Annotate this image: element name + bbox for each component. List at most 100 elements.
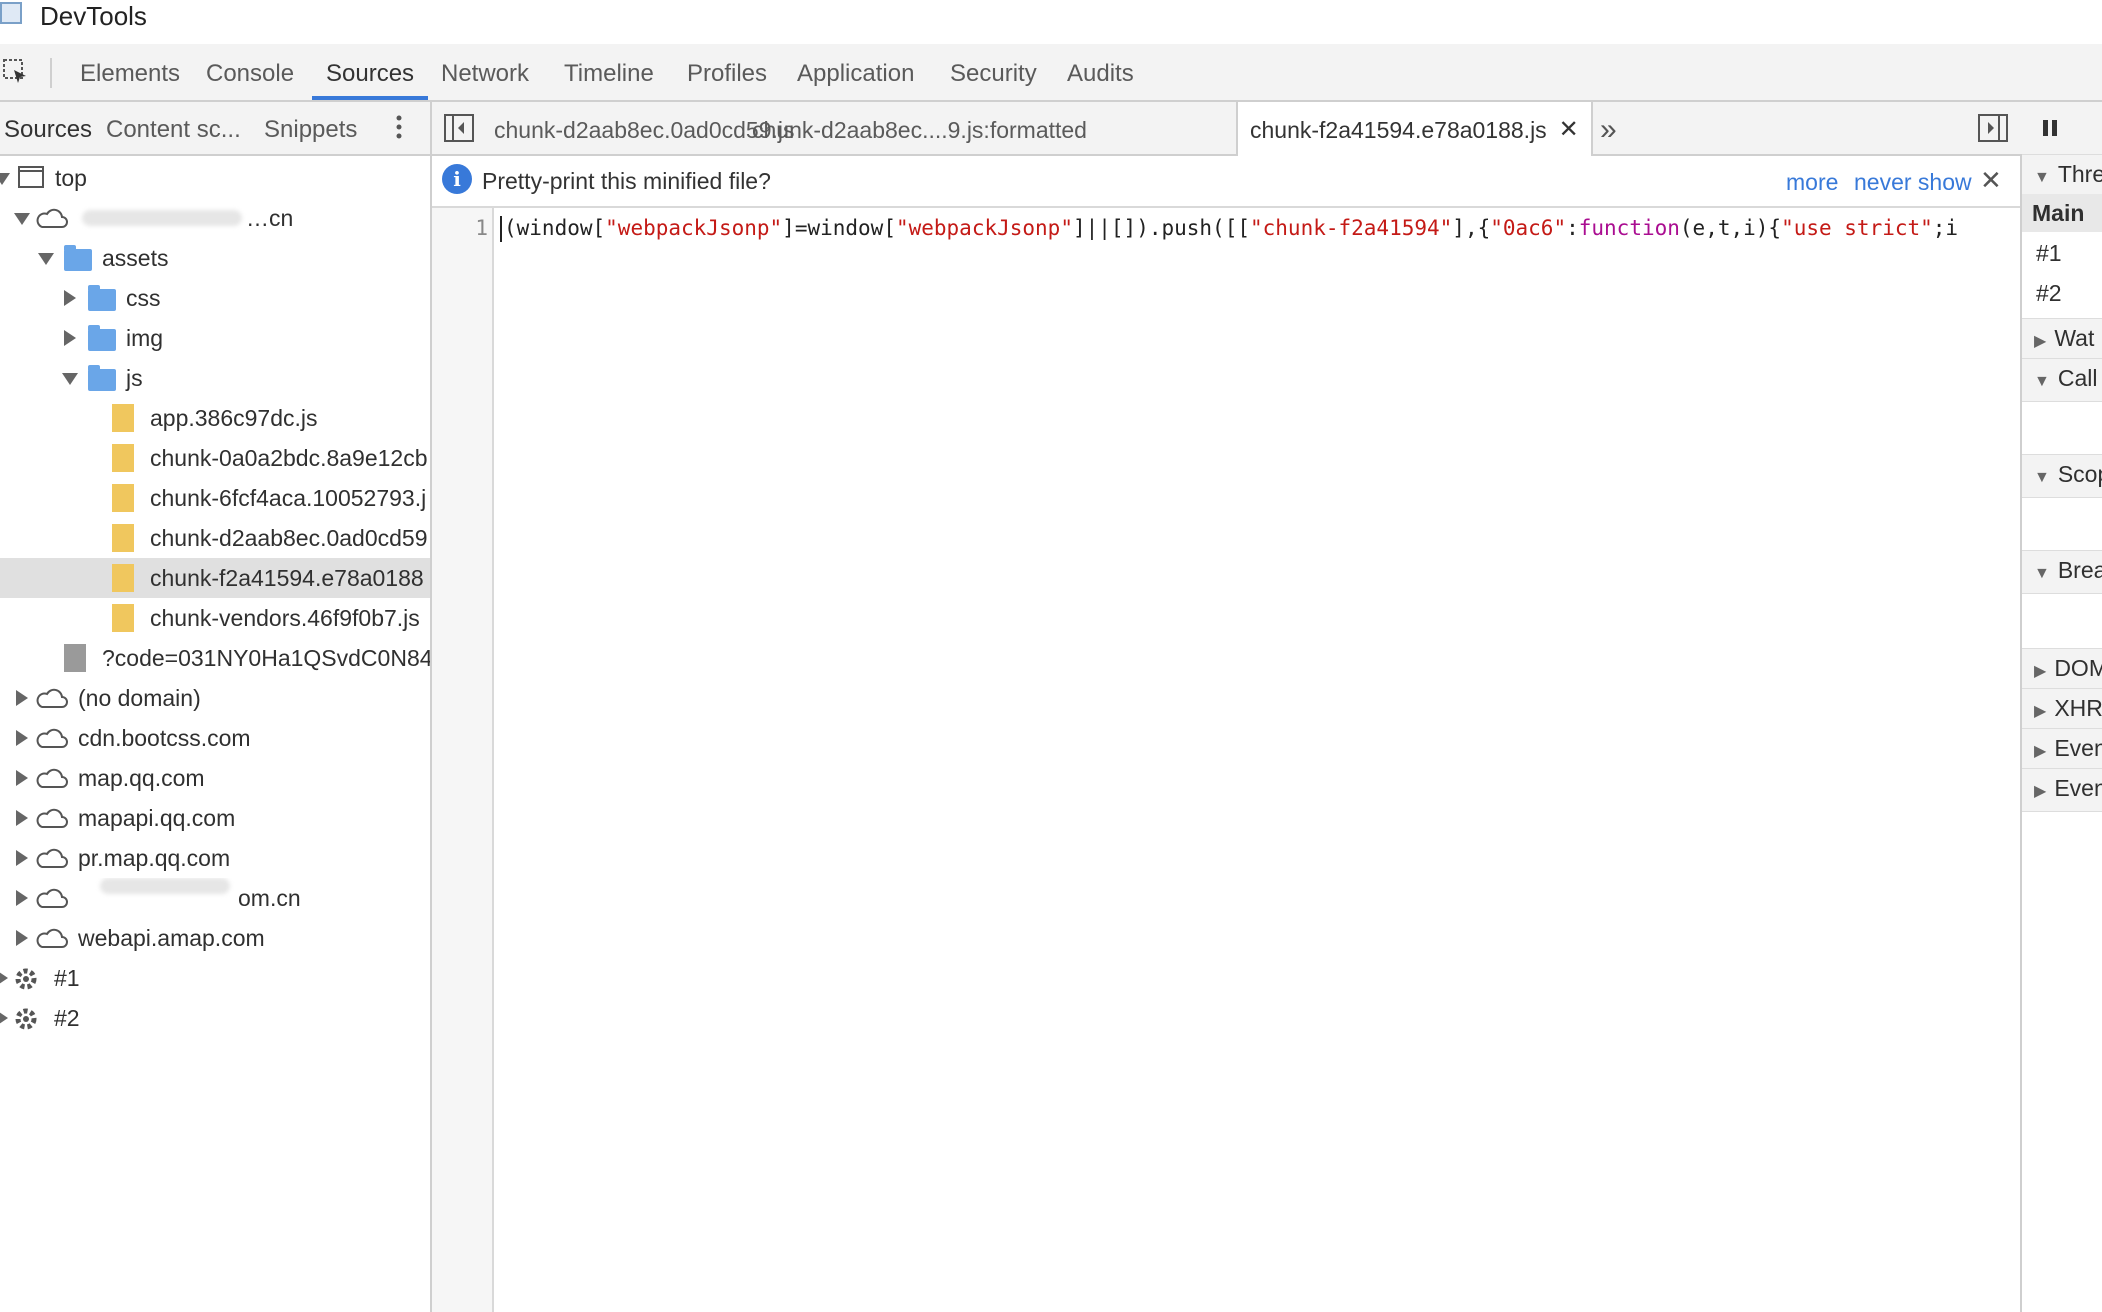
expand-arrow-icon[interactable] [38,253,54,265]
collapse-arrow-icon[interactable] [16,690,28,706]
editor-tab-active[interactable]: chunk-f2a41594.e78a0188.js ✕ [1236,102,1593,156]
tree-item-document[interactable]: ?code=031NY0Ha1QSvdC0N84 [0,638,430,678]
section-event-listener-breakpoints[interactable]: ▶ Even [2022,728,2102,772]
js-file-icon [112,524,134,552]
more-tabs-icon[interactable]: » [1600,102,1617,154]
code-token: ]||[]).push([[ [1072,216,1250,240]
collapse-arrow-icon[interactable] [16,810,28,826]
cloud-icon [36,208,68,228]
navtab-content-scripts[interactable]: Content sc... [106,102,241,154]
close-tab-icon[interactable]: ✕ [1559,102,1579,158]
tree-label: om.cn [238,885,301,911]
section-event-listeners[interactable]: ▶ Even [2022,768,2102,812]
section-xhr-breakpoints[interactable]: ▶ XHR [2022,688,2102,732]
tree-item-file[interactable]: chunk-0a0a2bdc.8a9e12cb [0,438,430,478]
more-link[interactable]: more [1786,156,1838,208]
tree-label: top [55,165,87,191]
tree-label: #1 [54,965,80,991]
section-threads[interactable]: ▼ Thre [2022,154,2102,198]
section-breakpoints[interactable]: ▼ Brea [2022,550,2102,594]
never-show-link[interactable]: never show [1854,156,1972,208]
tree-item-domain[interactable]: (no domain) [0,678,430,718]
tree-item-top[interactable]: top [0,158,430,198]
tree-item-domain[interactable]: mapapi.qq.com [0,798,430,838]
tab-sources[interactable]: Sources [312,44,429,100]
tree-item-domain[interactable]: …cn [0,198,430,238]
collapse-arrow-icon: ▶ [2034,783,2047,800]
tree-item-assets[interactable]: assets [0,238,430,278]
tree-item-file[interactable]: chunk-vendors.46f9f0b7.js [0,598,430,638]
tree-item-worker[interactable]: #2 [0,998,430,1038]
expand-arrow-icon[interactable] [62,373,78,385]
js-file-icon [112,564,134,592]
section-dom-breakpoints[interactable]: ▶ DOM [2022,648,2102,692]
editor-tab[interactable]: chunk-d2aab8ec....9.js:formatted [752,102,1087,154]
tree-item-domain[interactable]: om.cn [0,878,430,918]
editor-tabbar: chunk-d2aab8ec.0ad0cd59.js chunk-d2aab8e… [432,102,2020,156]
tree-item-file[interactable]: app.386c97dc.js [0,398,430,438]
collapse-arrow-icon[interactable] [16,850,28,866]
tree-label: chunk-0a0a2bdc.8a9e12cb [150,445,428,471]
tab-timeline[interactable]: Timeline [564,44,654,100]
collapse-arrow-icon[interactable] [16,930,28,946]
section-call-stack[interactable]: ▼ Call [2022,358,2102,402]
section-watch[interactable]: ▶ Wat [2022,318,2102,362]
editor-tab[interactable]: chunk-d2aab8ec.0ad0cd59.js [494,102,795,154]
toggle-navigator-icon[interactable] [444,114,474,142]
text-cursor [500,216,502,242]
navtab-snippets[interactable]: Snippets [264,102,357,154]
tree-item-file-selected[interactable]: chunk-f2a41594.e78a0188 [0,558,430,598]
code-line[interactable]: (window["webpackJsonp"]=window["webpackJ… [500,212,2010,246]
infobar-message: Pretty-print this minified file? [482,168,771,194]
line-gutter [432,208,494,1312]
tab-application[interactable]: Application [797,44,914,100]
collapse-arrow-icon[interactable] [16,890,28,906]
tree-item-domain[interactable]: pr.map.qq.com [0,838,430,878]
tree-item-domain[interactable]: webapi.amap.com [0,918,430,958]
section-label: Thre [2057,161,2102,187]
navtab-sources[interactable]: Sources [4,102,92,154]
code-string: "chunk-f2a41594" [1250,216,1453,240]
tree-item-domain[interactable]: map.qq.com [0,758,430,798]
collapse-arrow-icon[interactable] [0,1010,8,1026]
collapse-arrow-icon[interactable] [0,970,8,986]
tree-item-file[interactable]: chunk-6fcf4aca.10052793.j [0,478,430,518]
tab-elements[interactable]: Elements [80,44,180,100]
tab-network[interactable]: Network [441,44,529,100]
tree-item-img[interactable]: img [0,318,430,358]
thread-item[interactable]: #2 [2022,274,2102,312]
section-label: Call [2057,365,2098,391]
expand-arrow-icon[interactable] [0,173,10,185]
info-icon: i [442,164,472,194]
tree-item-css[interactable]: css [0,278,430,318]
collapse-arrow-icon[interactable] [64,290,76,306]
inspect-element-icon[interactable] [2,58,30,86]
expand-arrow-icon[interactable] [14,213,30,225]
tree-item-domain[interactable]: cdn.bootcss.com [0,718,430,758]
tab-console[interactable]: Console [206,44,294,100]
collapse-arrow-icon[interactable] [64,330,76,346]
thread-main[interactable]: Main [2022,194,2102,232]
code-string: "webpackJsonp" [605,216,783,240]
js-file-icon [112,444,134,472]
cloud-icon [36,808,68,828]
tree-item-file[interactable]: chunk-d2aab8ec.0ad0cd59 [0,518,430,558]
tab-security[interactable]: Security [950,44,1037,100]
close-infobar-icon[interactable]: ✕ [1980,160,2002,200]
tree-label: chunk-vendors.46f9f0b7.js [150,605,420,631]
code-token: (e,t,i){ [1679,216,1782,240]
collapse-arrow-icon[interactable] [16,770,28,786]
code-token: ],{ [1452,216,1491,240]
thread-item[interactable]: #1 [2022,234,2102,272]
toggle-debugger-icon[interactable] [1978,114,2008,142]
js-file-icon [112,604,134,632]
more-options-icon[interactable] [392,110,406,144]
tree-item-worker[interactable]: #1 [0,958,430,998]
tab-audits[interactable]: Audits [1067,44,1134,100]
section-label: DOM [2054,655,2102,681]
pause-icon[interactable] [2040,118,2060,138]
tab-profiles[interactable]: Profiles [687,44,767,100]
section-scope[interactable]: ▼ Scop [2022,454,2102,498]
collapse-arrow-icon[interactable] [16,730,28,746]
tree-item-js[interactable]: js [0,358,430,398]
